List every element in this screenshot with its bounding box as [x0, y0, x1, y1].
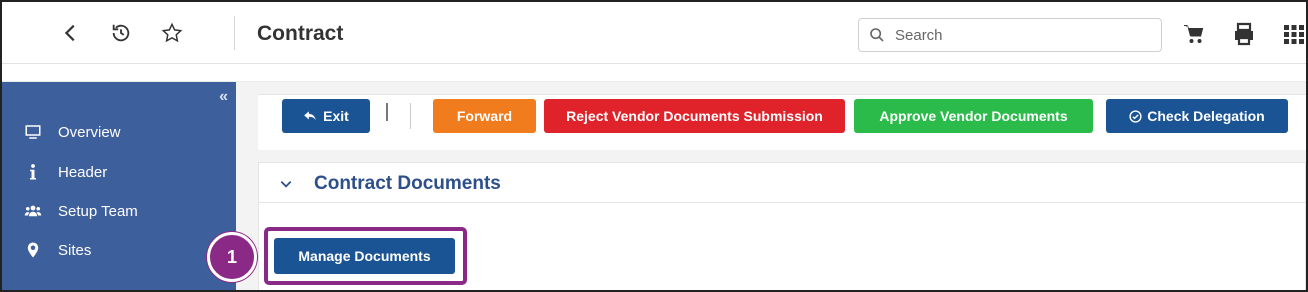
chevron-down-icon[interactable] [279, 177, 293, 191]
panel-header[interactable]: Contract Documents [259, 163, 1306, 203]
toolbar-separator [386, 103, 388, 121]
exit-label: Exit [323, 108, 349, 124]
toolbar-divider [410, 103, 411, 129]
reply-icon [304, 111, 316, 121]
sidebar-item-setup-team[interactable]: Setup Team [2, 194, 236, 228]
sidebar-item-label: Overview [58, 123, 121, 141]
print-icon[interactable] [1232, 22, 1256, 46]
sidebar-item-overview[interactable]: Overview [2, 115, 236, 149]
approve-vendor-documents-button[interactable]: Approve Vendor Documents [854, 99, 1093, 133]
exit-button[interactable]: Exit [282, 99, 370, 133]
reject-vendor-documents-button[interactable]: Reject Vendor Documents Submission [544, 99, 845, 133]
search-field[interactable] [858, 18, 1162, 52]
header-divider [234, 16, 235, 50]
page-title: Contract [257, 22, 344, 45]
manage-documents-button[interactable]: Manage Documents [274, 238, 455, 274]
map-pin-icon [2, 241, 58, 259]
sidebar-item-label: Sites [58, 241, 92, 259]
panel-title: Contract Documents [314, 173, 501, 194]
sidebar-item-sites[interactable]: Sites [2, 233, 236, 267]
step-number-badge: 1 [207, 232, 257, 282]
cart-icon[interactable] [1182, 22, 1206, 46]
check-circle-icon [1129, 109, 1142, 123]
check-delegation-label: Check Delegation [1147, 108, 1265, 124]
top-bar: Contract [2, 2, 1306, 64]
star-icon[interactable] [159, 20, 185, 46]
search-input[interactable] [895, 24, 1155, 46]
sidebar-item-header[interactable]: Header [2, 155, 236, 189]
team-icon [2, 202, 58, 220]
monitor-icon [2, 123, 58, 141]
sidebar-item-label: Header [58, 163, 108, 181]
sidebar-item-label: Setup Team [58, 202, 138, 220]
app-window: Contract « Overview Header [0, 0, 1308, 292]
sidebar: « Overview Header Setup Team Sites [2, 82, 236, 290]
apps-grid-icon[interactable] [1282, 22, 1306, 46]
sub-header-bar [2, 64, 1306, 82]
history-icon[interactable] [108, 20, 134, 46]
collapse-sidebar-icon[interactable]: « [219, 88, 228, 106]
action-toolbar: Exit Forward Reject Vendor Documents Sub… [258, 94, 1306, 150]
check-delegation-button[interactable]: Check Delegation [1106, 99, 1288, 133]
forward-button[interactable]: Forward [433, 99, 536, 133]
search-icon [870, 28, 884, 42]
info-icon [2, 163, 58, 181]
back-icon[interactable] [58, 20, 84, 46]
